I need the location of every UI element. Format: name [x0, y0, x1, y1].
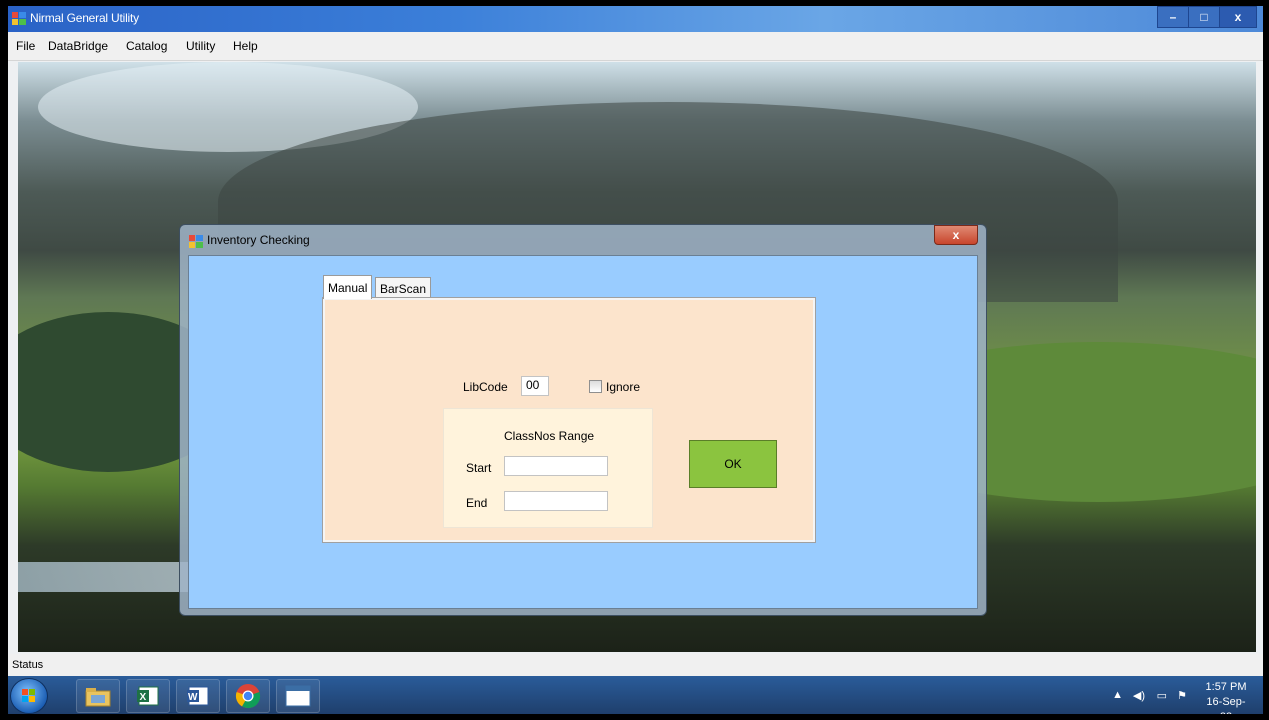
tab-page-manual: LibCode 00 Ignore ClassNos Range Start E… [322, 297, 816, 543]
app-title: Nirmal General Utility [30, 11, 139, 25]
action-center-flag-icon[interactable]: ⚑ [1177, 689, 1187, 702]
start-orb-icon[interactable] [10, 678, 48, 714]
word-icon[interactable]: W [176, 679, 220, 713]
ignore-label[interactable]: Ignore [606, 380, 640, 394]
excel-icon[interactable]: X [126, 679, 170, 713]
start-input[interactable] [504, 456, 608, 476]
menu-catalog[interactable]: Catalog [126, 39, 167, 53]
window-controls: – □ x [1157, 6, 1257, 28]
dialog-client-area: Manual BarScan LibCode 00 Ignore ClassNo… [188, 255, 978, 609]
menu-file[interactable]: File [16, 39, 35, 53]
volume-icon[interactable]: ◀) [1133, 689, 1145, 702]
close-button[interactable]: x [1220, 6, 1257, 28]
libcode-input[interactable]: 00 [521, 376, 549, 396]
menu-utility[interactable]: Utility [186, 39, 215, 53]
ok-button[interactable]: OK [689, 440, 777, 488]
app-title-bar[interactable]: Nirmal General Utility – □ x [8, 6, 1263, 32]
app-icon [12, 12, 26, 25]
maximize-button[interactable]: □ [1189, 6, 1220, 28]
dialog-app-icon [189, 235, 203, 248]
end-input[interactable] [504, 491, 608, 511]
inventory-checking-dialog: Inventory Checking x Manual BarScan LibC… [179, 224, 987, 616]
classnos-range-group: ClassNos Range Start End [443, 408, 653, 528]
network-icon[interactable]: ▭ [1157, 689, 1167, 702]
ignore-checkbox[interactable] [589, 380, 602, 393]
menu-bar: File DataBridge Catalog Utility Help [8, 32, 1263, 61]
tab-barscan[interactable]: BarScan [375, 277, 432, 299]
svg-text:X: X [140, 692, 147, 703]
windows-logo-icon [22, 689, 35, 702]
libcode-label: LibCode [463, 380, 508, 394]
tab-manual[interactable]: Manual [323, 275, 373, 299]
menu-databridge[interactable]: DataBridge [48, 39, 108, 53]
file-explorer-icon[interactable] [76, 679, 120, 713]
status-text: Status [12, 659, 44, 671]
group-title: ClassNos Range [504, 429, 595, 443]
screen: Nirmal General Utility – □ x File DataBr… [8, 6, 1263, 714]
status-bar: Status [8, 654, 1263, 676]
tray-expand-icon[interactable]: ▲ [1112, 689, 1123, 701]
clock[interactable]: 1:57 PM 16-Sep-23 [1201, 680, 1251, 714]
end-label: End [466, 496, 488, 510]
menu-help[interactable]: Help [233, 39, 258, 53]
dialog-title: Inventory Checking [207, 233, 310, 247]
mdi-background: Inventory Checking x Manual BarScan LibC… [18, 62, 1256, 652]
chrome-icon[interactable] [226, 679, 270, 713]
clock-time: 1:57 PM [1205, 681, 1247, 693]
dialog-close-button[interactable]: x [934, 225, 978, 245]
svg-text:W: W [188, 692, 198, 703]
window-app-icon[interactable] [276, 679, 320, 713]
start-label: Start [466, 461, 492, 475]
clock-date: 16-Sep-23 [1206, 696, 1246, 714]
taskbar: X W ▲ ◀) ▭ ⚑ 1:57 PM 16-Sep-23 [8, 676, 1263, 714]
minimize-button[interactable]: – [1157, 6, 1189, 28]
